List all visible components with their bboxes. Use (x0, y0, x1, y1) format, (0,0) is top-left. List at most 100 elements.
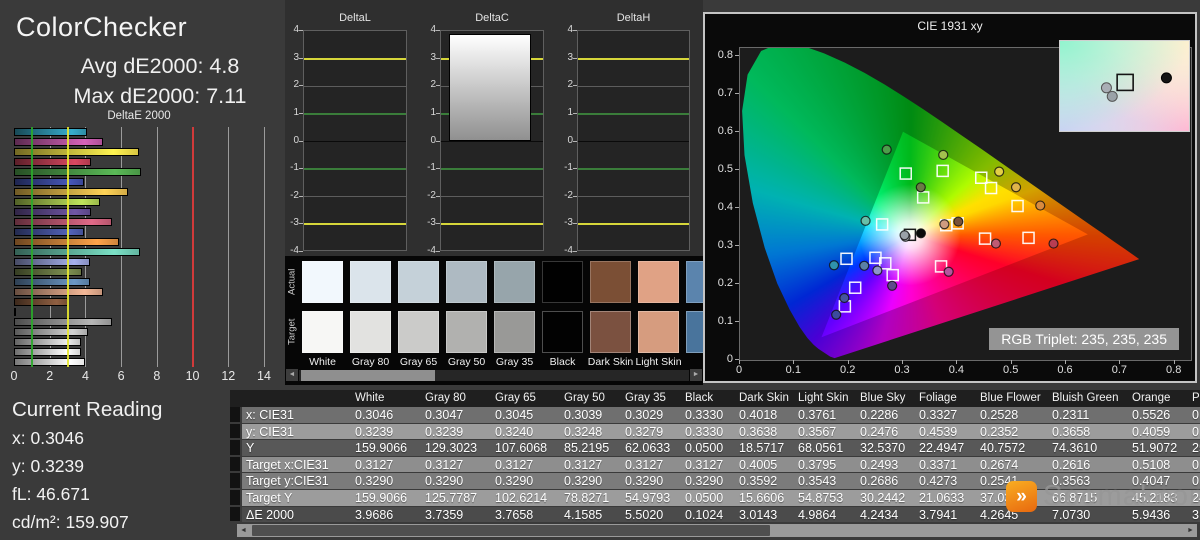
table-scroll-right-arrow-icon[interactable]: ► (1184, 524, 1197, 537)
x-tick-label: 10 (185, 369, 200, 383)
deltae2000-plot-area (14, 127, 265, 367)
y-tick-mark (573, 57, 577, 59)
y-tick-mark (299, 57, 303, 59)
target-point-purple (886, 268, 899, 282)
y-tick-label: 2 (293, 79, 299, 91)
target-point-yellow (975, 171, 988, 184)
table-cell: 0.2528 (980, 408, 1019, 422)
x-tick-label: 0 (10, 369, 18, 383)
target-swatch-white (302, 311, 343, 353)
y-tick-mark (299, 140, 303, 142)
swatch-scroll-right-arrow-icon[interactable]: ► (690, 369, 702, 381)
row-gutter-cell[interactable] (230, 506, 240, 522)
cie-y-tick-label: 0.5 (717, 162, 733, 175)
y-tick-mark (436, 140, 440, 142)
row-label: Target Y (246, 491, 293, 505)
row-label: ΔE 2000 (246, 507, 294, 522)
y-tick-mark (299, 251, 303, 252)
column-header-purplish-blue: Purplish Blue (1192, 392, 1200, 404)
row-gutter-cell[interactable] (230, 456, 240, 472)
table-cell: 3.0143 (739, 507, 778, 522)
table-cell: 0.3330 (685, 408, 724, 422)
y-tick-mark (299, 223, 303, 225)
measured-point-gray-35 (899, 230, 910, 241)
reference-line-2 (304, 85, 406, 87)
measured-point-red (1048, 238, 1059, 249)
y-tick-mark (436, 112, 440, 114)
table-cell: 0.3592 (739, 474, 778, 489)
reference-line-1 (304, 112, 406, 115)
bar-purplish-blue (14, 228, 84, 236)
reference-line--3 (578, 223, 689, 226)
delta-bar (449, 33, 531, 142)
table-cell: 0.2686 (860, 474, 899, 489)
column-header-light-skin: Light Skin (798, 392, 849, 404)
cie-x-tick (902, 360, 903, 364)
actual-swatch-partial (686, 261, 703, 303)
table-cell: 0.4539 (919, 424, 958, 439)
actual-swatch-gray-65 (398, 261, 439, 303)
actual-swatch-gray-50 (446, 261, 487, 303)
swatch-scroll-left-arrow-icon[interactable]: ◄ (286, 369, 298, 381)
measured-point-purple (887, 280, 898, 291)
y-tick-mark (436, 30, 440, 31)
bar-yellow-green (14, 198, 100, 206)
actual-row-label: Actual (286, 268, 298, 296)
table-cell: 85.2195 (564, 441, 610, 456)
soomal-logo-icon: » (1006, 481, 1037, 512)
table-cell: 129.3023 (425, 441, 478, 456)
target-swatch-gray-65 (398, 311, 439, 353)
deltae2000-bar-chart: DeltaE 2000 0 2 4 6 8 10 12 14 (0, 105, 285, 395)
column-header-bluish-green: Bluish Green (1052, 392, 1119, 404)
row-gutter-cell[interactable] (230, 473, 240, 488)
row-gutter-cell[interactable] (230, 440, 240, 455)
actual-swatch-light-skin (638, 261, 679, 303)
x-tick-label: 6 (117, 369, 125, 383)
reference-line--2 (578, 196, 689, 198)
target-swatch-light-skin (638, 311, 679, 353)
deltac-chart-title: DeltaC (475, 12, 509, 24)
swatch-scrollbar-thumb[interactable] (301, 370, 435, 381)
y-tick-label: -4 (290, 245, 299, 256)
table-cell: 0.3290 (564, 474, 603, 489)
bar-red (14, 158, 91, 166)
row-gutter-cell[interactable] (230, 490, 240, 505)
y-tick-label: 0 (293, 134, 299, 146)
row-gutter-cell[interactable] (230, 407, 240, 422)
table-cell: 3.7359 (425, 507, 464, 522)
bar-moderate-red (14, 218, 113, 226)
row-gutter-cell[interactable] (230, 423, 240, 439)
bar-magenta (14, 138, 104, 146)
column-header-blue-sky: Blue Sky (860, 392, 906, 404)
cie-plot-area (739, 47, 1192, 361)
reference-line--2 (304, 196, 406, 198)
y-tick-label: -1 (427, 162, 436, 174)
table-scrollbar-thumb[interactable] (252, 525, 770, 536)
reference-line--1 (441, 168, 543, 171)
table-cell: 5.5020 (625, 507, 664, 522)
cie-y-tick-label: 0.3 (717, 238, 733, 251)
bar-bluish-green (14, 248, 141, 256)
y-tick-label: 4 (567, 24, 573, 35)
table-horizontal-scrollbar[interactable]: ◄ ► (237, 524, 1197, 537)
swatch-comparison-panel: Actual Target White Gray 80 Gray 65 Gray 50 Gr… (285, 256, 703, 385)
reference-line--2 (441, 196, 543, 198)
y-tick-label: 0 (430, 134, 436, 146)
measured-point-purplish-blue (839, 292, 850, 304)
y-tick-mark (436, 223, 440, 225)
y-tick-label: 3 (430, 51, 436, 63)
current-reading-line-0: x: 0.3046 (12, 428, 84, 448)
cie-y-tick (735, 320, 739, 322)
cie-x-tick-label: 0.1 (785, 364, 801, 376)
cie-x-tick-label: 0.2 (840, 364, 856, 376)
target-swatch-gray-80 (350, 311, 391, 353)
avg-de2000-label: Avg dE2000: 4.8 (80, 54, 240, 78)
measured-point-cyan (828, 260, 840, 271)
cie-x-tick (1173, 360, 1175, 364)
y-tick-mark (436, 85, 440, 87)
table-cell: 15.6606 (739, 491, 785, 505)
table-cell: 102.6214 (495, 491, 548, 505)
y-tick-mark (573, 251, 577, 252)
table-cell: 4.9864 (798, 507, 837, 522)
table-scroll-left-arrow-icon[interactable]: ◄ (237, 524, 250, 537)
